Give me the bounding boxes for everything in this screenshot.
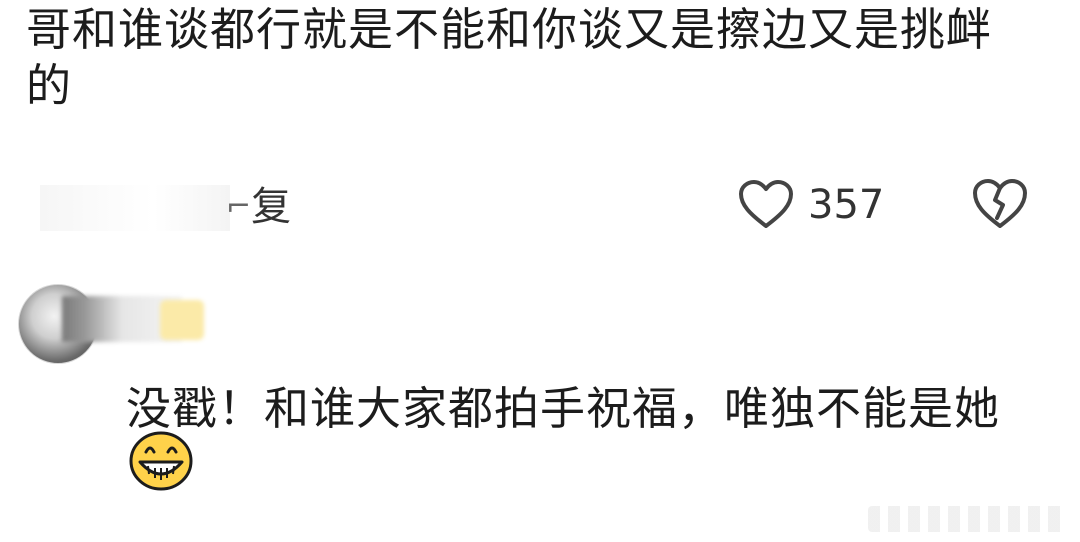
reply-button[interactable]: ⌐复 (226, 180, 291, 234)
broken-heart-icon (973, 179, 1027, 228)
watermark (868, 506, 1068, 532)
dislike-button[interactable] (972, 178, 1028, 234)
redacted-username (40, 185, 230, 231)
reply-cursor: ⌐ (226, 189, 252, 224)
reply-label: 复 (251, 184, 292, 230)
reply-text-container: 没戳！和谁大家都拍手祝福，唯独不能是她 (126, 378, 1046, 508)
reply-text: 没戳！和谁大家都拍手祝福，唯独不能是她 (126, 382, 1001, 435)
like-count: 357 (808, 182, 885, 228)
user-badge (160, 300, 204, 340)
like-button[interactable]: 357 (738, 178, 884, 232)
grinning-face-emoji (128, 430, 194, 508)
comment-text: 哥和谁谈都行就是不能和你谈又是擦边又是挑衅的 (26, 3, 993, 112)
heart-outline-icon (739, 180, 793, 228)
